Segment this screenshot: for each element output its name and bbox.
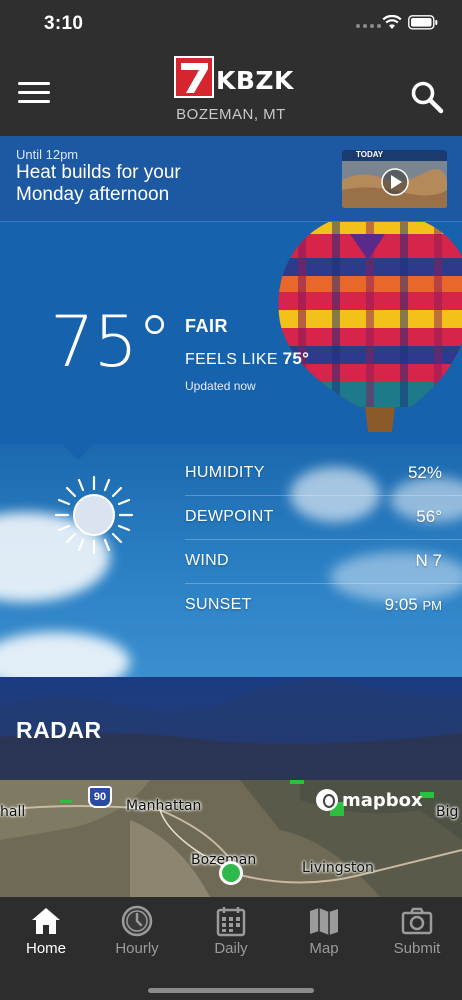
stat-label: WIND: [185, 552, 229, 569]
current-temperature: 75°: [50, 301, 172, 383]
current-conditions: 75° FAIR FEELS LIKE 75° Updated now HUMI…: [0, 222, 462, 677]
tab-label: Map: [309, 940, 339, 957]
stat-label: DEWPOINT: [185, 508, 274, 525]
forecast-banner[interactable]: Until 12pm Heat builds for your Monday a…: [0, 136, 462, 222]
bottom-tab-bar: Home Hourly Daily Map Submit: [0, 897, 462, 1000]
tab-submit[interactable]: Submit: [371, 905, 462, 967]
tab-daily[interactable]: Daily: [185, 905, 277, 967]
stat-sunset: SUNSET 9:05 PM: [185, 584, 462, 628]
conditions-stats: HUMIDITY 52% DEWPOINT 56° WIND N 7 SUNSE…: [185, 452, 462, 628]
conditions-panel: 75° FAIR FEELS LIKE 75° Updated now: [0, 222, 462, 444]
wifi-icon: [382, 15, 402, 29]
banner-eyebrow: Until 12pm: [16, 147, 79, 162]
stat-value: 56°: [416, 507, 442, 526]
interstate-shield: 90: [88, 786, 112, 808]
map-place-label: Manhattan: [126, 798, 202, 814]
tab-label: Hourly: [115, 940, 159, 957]
radar-title: RADAR: [16, 717, 102, 743]
logo-seven-badge: [174, 56, 214, 98]
app-header: KBZK BOZEMAN, MT: [0, 50, 462, 136]
video-thumbnail-caption: TODAY: [356, 150, 384, 159]
cellular-signal-icon: [356, 24, 381, 28]
kbzk-logo[interactable]: KBZK: [174, 56, 294, 100]
feels-like-label: FEELS LIKE: [185, 351, 278, 368]
stat-label: SUNSET: [185, 596, 252, 613]
hamburger-menu-icon[interactable]: [18, 82, 50, 108]
panel-pointer: [62, 444, 94, 460]
map-place-label: hall: [0, 804, 26, 820]
clock-icon: [121, 905, 153, 937]
logo-seven-glyph: [181, 63, 208, 93]
current-location-marker: [219, 861, 243, 885]
tab-label: Submit: [393, 940, 441, 957]
status-time: 3:10: [44, 13, 84, 34]
mapbox-text: mapbox: [342, 789, 423, 811]
tab-map[interactable]: Map: [278, 905, 370, 967]
stat-value: N 7: [415, 551, 442, 570]
map-place-label: Big: [436, 804, 459, 820]
tab-hourly[interactable]: Hourly: [91, 905, 183, 967]
stat-value: 9:05 PM: [385, 595, 442, 615]
search-icon[interactable]: [410, 80, 444, 114]
stat-wind: WIND N 7: [185, 540, 462, 584]
condition-label: FAIR: [185, 316, 229, 336]
calendar-icon: [216, 907, 246, 937]
feels-like: FEELS LIKE 75°: [185, 349, 309, 369]
mapbox-logo-icon: [316, 789, 338, 811]
home-icon: [32, 908, 60, 934]
tab-label: Home: [25, 940, 66, 957]
hot-air-balloon-image: [270, 222, 462, 444]
map-place-label: Livingston: [302, 860, 374, 876]
battery-icon: [408, 15, 438, 30]
home-indicator[interactable]: [148, 988, 314, 993]
logo-text: KBZK: [216, 66, 294, 95]
sunset-meridiem: PM: [422, 598, 443, 613]
camera-icon: [401, 907, 433, 935]
feels-like-value: 75°: [282, 349, 310, 368]
tab-home[interactable]: Home: [0, 905, 92, 967]
location-label: BOZEMAN, MT: [176, 106, 286, 123]
tab-label: Daily: [214, 940, 248, 957]
banner-headline: Heat builds for your Monday afternoon: [16, 162, 181, 205]
stat-dewpoint: DEWPOINT 56°: [185, 496, 462, 540]
sunset-time: 9:05: [384, 595, 418, 614]
radar-map[interactable]: 90 hall Manhattan Bozeman Livingston Big…: [0, 780, 462, 897]
mapbox-attribution[interactable]: mapbox: [316, 789, 423, 811]
map-icon: [310, 908, 338, 935]
radar-section-header[interactable]: RADAR: [0, 677, 462, 780]
stat-humidity: HUMIDITY 52%: [185, 452, 462, 496]
stat-label: HUMIDITY: [185, 464, 265, 481]
video-thumbnail[interactable]: TODAY: [342, 150, 447, 208]
sunny-icon: [54, 475, 134, 555]
stat-value: 52%: [407, 463, 442, 482]
updated-timestamp: Updated now: [185, 379, 256, 393]
cloud-decoration: [0, 632, 130, 677]
status-bar: 3:10: [0, 0, 462, 50]
